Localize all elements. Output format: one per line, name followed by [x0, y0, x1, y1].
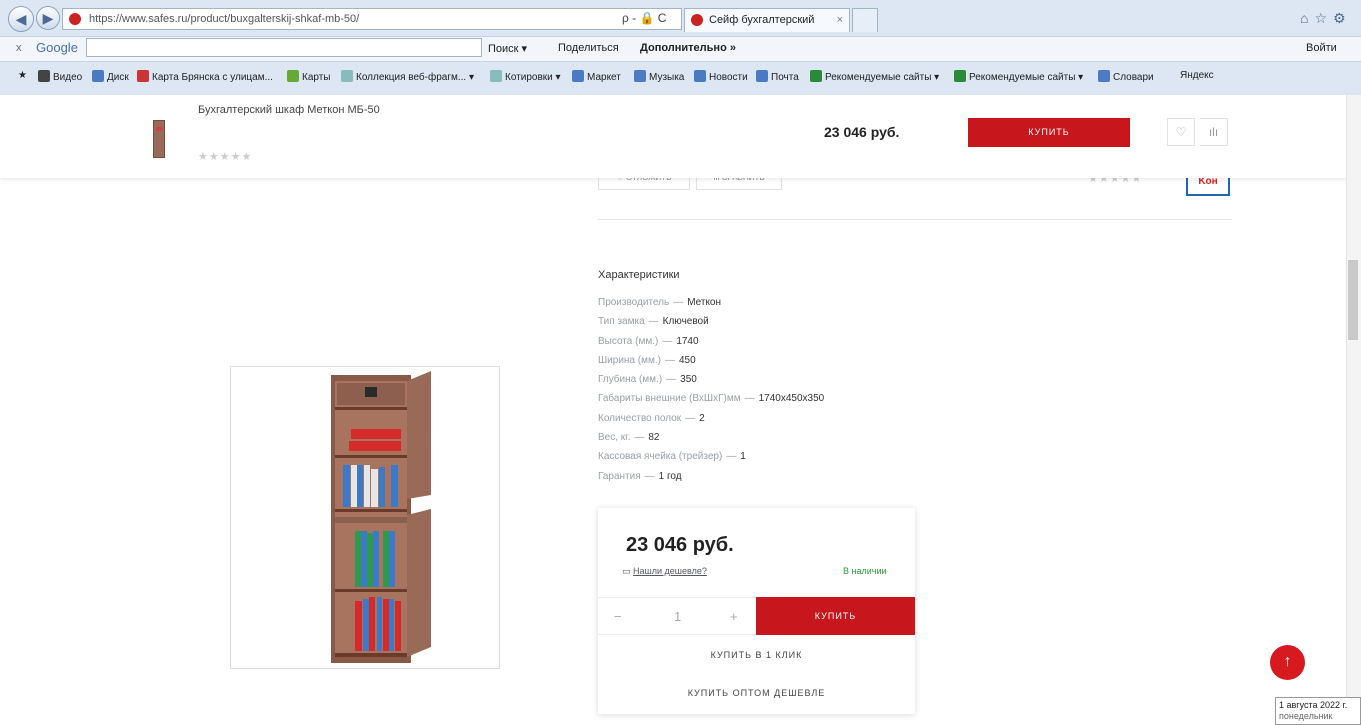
fav-item[interactable]: Рекомендуемые сайты ▾ — [810, 70, 939, 83]
spec-row: Глубина (мм.) —350 — [598, 374, 697, 385]
page-icon — [756, 70, 768, 82]
fav-item[interactable]: Словари — [1098, 70, 1154, 83]
fav-item[interactable]: Коллекция веб-фрагм... ▾ — [341, 70, 474, 83]
sticky-buy-button[interactable]: КУПИТЬ — [968, 118, 1130, 147]
signin-button[interactable]: Войти — [1306, 42, 1337, 54]
tab-favicon-icon — [691, 14, 703, 26]
fav-item[interactable]: Диск — [92, 70, 129, 83]
safe-cabinet-illustration — [331, 371, 431, 663]
wholesale-buy-link[interactable]: КУПИТЬ ОПТОМ ДЕШЕВЛЕ — [598, 688, 915, 698]
tray-date: 1 августа 2022 г. понедельник — [1275, 697, 1361, 725]
spec-row: Ширина (мм.) —450 — [598, 355, 696, 366]
bing-icon — [810, 70, 822, 82]
fav-item[interactable]: Почта — [756, 70, 799, 83]
spec-row: Гарантия —1 год — [598, 471, 682, 482]
site-favicon-icon — [69, 13, 81, 25]
found-cheaper-link[interactable]: ▭ Нашли дешевле? — [622, 566, 707, 577]
fav-item[interactable]: Карта Брянска с улицам... — [137, 70, 273, 83]
google-search-input[interactable] — [86, 38, 482, 57]
google-search-button[interactable]: Поиск ▾ — [488, 42, 527, 55]
browser-tab[interactable]: Сейф бухгалтерский МБ-5... × — [684, 8, 850, 48]
fav-item[interactable]: Рекомендуемые сайты ▾ — [954, 70, 1083, 83]
page-icon — [634, 70, 646, 82]
web-slice-icon — [341, 70, 353, 82]
fav-item[interactable]: Музыка — [634, 70, 684, 83]
address-bar[interactable]: https://www.safes.ru/product/buxgaltersk… — [62, 8, 682, 30]
fav-item[interactable]: Маркет — [572, 70, 621, 83]
more-button[interactable]: Дополнительно » — [640, 42, 736, 54]
spec-row: Производитель — Меткон — [598, 297, 722, 308]
tray-date-text: 1 августа 2022 г. — [1279, 700, 1348, 710]
card-price: 23 046 руб. — [626, 534, 734, 556]
specs-title: Характеристики — [598, 269, 680, 281]
product-thumbnail[interactable] — [153, 120, 165, 158]
scrollbar-thumb[interactable] — [1348, 260, 1358, 340]
buy-button[interactable]: КУПИТЬ — [756, 597, 915, 635]
page-icon — [694, 70, 706, 82]
compare-chart-icon[interactable]: ılı — [1200, 118, 1228, 146]
spec-row: Кассовая ячейка (трейзер) —1 — [598, 451, 746, 462]
video-icon — [38, 70, 50, 82]
page-icon — [572, 70, 584, 82]
fav-item[interactable]: Видео — [38, 70, 82, 83]
new-tab-button[interactable] — [852, 8, 878, 32]
fav-item[interactable]: Новости — [694, 70, 748, 83]
qty-value[interactable]: 1 — [674, 609, 681, 624]
favorites-bar: ★ Видео Диск Карта Брянска с улицам... К… — [0, 61, 1361, 91]
disk-icon — [92, 70, 104, 82]
qty-plus-button[interactable]: + — [730, 609, 738, 624]
sticky-price: 23 046 руб. — [824, 124, 900, 140]
spec-row: Тип замка — Ключевой — [598, 316, 709, 327]
divider — [598, 219, 1232, 220]
page-scrollbar[interactable] — [1346, 95, 1361, 725]
fav-item[interactable]: Яндекс — [1180, 70, 1214, 81]
address-tools[interactable]: ρ - 🔒 C — [622, 11, 666, 25]
browser-tools-icons[interactable]: ⌂☆⚙ — [1300, 10, 1352, 27]
tab-close-icon[interactable]: × — [837, 9, 843, 31]
google-logo: Google — [36, 40, 78, 55]
stock-status: В наличии — [843, 566, 887, 576]
fav-item[interactable]: Карты — [287, 70, 331, 83]
share-button[interactable]: Поделиться — [558, 42, 619, 54]
product-image[interactable] — [230, 366, 500, 669]
sticky-product-title[interactable]: Бухгалтерский шкаф Меткон МБ-50 — [198, 104, 380, 116]
tray-day-text: понедельник — [1279, 711, 1333, 721]
scroll-top-arrow-icon[interactable]: ↑ — [1270, 645, 1305, 680]
wishlist-heart-icon[interactable]: ♡ — [1167, 118, 1195, 146]
spec-row: Высота (мм.) —1740 — [598, 336, 699, 347]
qty-minus-button[interactable]: − — [614, 609, 622, 624]
fav-item[interactable]: Котировки ▾ — [490, 70, 561, 83]
favorites-star-icon[interactable]: ★ — [18, 70, 27, 81]
bing-icon — [954, 70, 966, 82]
spec-row: Вес, кг. —82 — [598, 432, 660, 443]
page-icon — [1098, 70, 1110, 82]
maps-icon — [287, 70, 299, 82]
quantity-stepper: − 1 + — [598, 597, 756, 635]
forward-button[interactable]: ▶ — [36, 6, 60, 30]
url-text: https://www.safes.ru/product/buxgaltersk… — [89, 13, 360, 25]
spec-row: Габариты внешние (ВхШхГ)мм —1740х450х350 — [598, 393, 825, 404]
toolbar-close-icon[interactable]: x — [16, 42, 22, 54]
back-button[interactable]: ◀ — [8, 6, 34, 32]
sticky-rating-stars: ★★★★★ — [198, 151, 253, 163]
web-slice-icon — [490, 70, 502, 82]
one-click-buy-link[interactable]: КУПИТЬ В 1 КЛИК — [598, 650, 915, 660]
russia-flag-icon — [137, 70, 149, 82]
spec-row: Количество полок —2 — [598, 413, 705, 424]
tag-icon: ▭ — [622, 566, 631, 576]
